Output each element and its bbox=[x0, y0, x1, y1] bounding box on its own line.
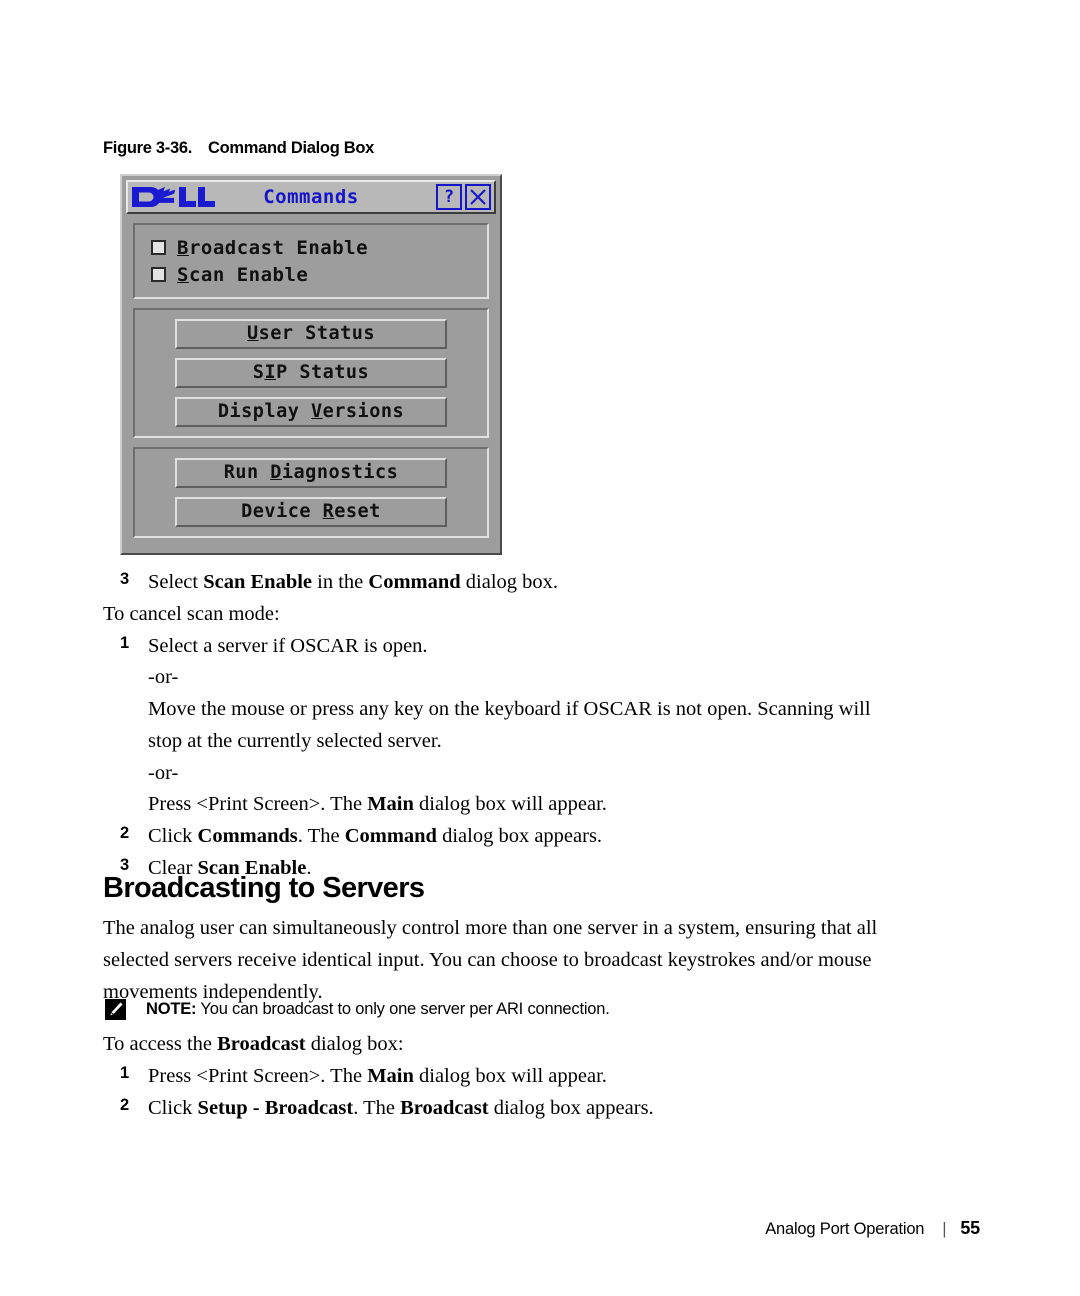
step-text: in the bbox=[312, 571, 369, 593]
list-item: 3 Select Scan Enable in the Command dialo… bbox=[103, 567, 903, 599]
button-label-post: ser Status bbox=[258, 323, 376, 344]
footer-chapter: Analog Port Operation bbox=[765, 1220, 925, 1238]
checkbox-group: Broadcast Enable Scan Enable bbox=[133, 223, 489, 299]
procedure-block-access-broadcast: To access the Broadcast dialog box: 1 Pre… bbox=[103, 1029, 903, 1124]
checkbox-row-scan-enable[interactable]: Scan Enable bbox=[151, 261, 477, 288]
step-text: Select bbox=[148, 571, 204, 593]
scan-enable-label: Scan Enable bbox=[177, 264, 308, 286]
intro-paragraph: The analog user can simultaneously contr… bbox=[103, 917, 878, 1003]
note-block: NOTE: You can broadcast to only one serv… bbox=[103, 998, 903, 1021]
intro-text: dialog box: bbox=[305, 1033, 404, 1055]
button-label-post: ersions bbox=[322, 401, 405, 422]
mnemonic-letter: R bbox=[322, 501, 335, 522]
step-text: . The bbox=[297, 825, 345, 848]
close-icon[interactable] bbox=[465, 184, 491, 210]
or-separator: -or- bbox=[148, 761, 179, 784]
note-pencil-icon bbox=[105, 999, 126, 1020]
access-broadcast-intro: To access the Broadcast dialog box: bbox=[103, 1029, 903, 1061]
list-item: 1 Select a server if OSCAR is open. bbox=[103, 631, 903, 663]
step-emphasis: Commands bbox=[197, 825, 298, 848]
step-text: dialog box appears. bbox=[488, 1096, 654, 1119]
list-item: 1 Press <Print Screen>. The Main dialog b… bbox=[103, 1061, 903, 1093]
device-reset-button[interactable]: Device Reset bbox=[175, 497, 447, 527]
footer-separator: | bbox=[942, 1220, 947, 1238]
scan-enable-checkbox[interactable] bbox=[151, 267, 166, 282]
mnemonic-letter: D bbox=[270, 462, 282, 483]
note-label: NOTE: bbox=[146, 1000, 197, 1018]
titlebar-buttons: ? bbox=[436, 184, 491, 210]
step-text: dialog box will appear. bbox=[413, 1064, 607, 1087]
step-text: dialog box appears. bbox=[436, 825, 603, 848]
dell-logo-icon bbox=[132, 186, 216, 208]
intro-emphasis: Broadcast bbox=[217, 1033, 306, 1055]
button-label-pre: S bbox=[252, 362, 265, 383]
sip-status-button[interactable]: SIP Status bbox=[175, 358, 447, 388]
help-icon[interactable]: ? bbox=[436, 184, 462, 210]
intro-text: To access the bbox=[103, 1033, 218, 1055]
figure-title: Command Dialog Box bbox=[208, 139, 375, 157]
list-number: 2 bbox=[120, 824, 130, 843]
mnemonic-letter: V bbox=[311, 401, 323, 422]
step-text: Select a server if OSCAR is open. bbox=[148, 634, 428, 657]
button-label-pre: Run bbox=[223, 462, 271, 483]
step-text: Click bbox=[148, 825, 198, 848]
list-number: 2 bbox=[120, 1095, 130, 1114]
note-text: You can broadcast to only one server per… bbox=[196, 1000, 610, 1018]
figure-number: Figure 3-36. bbox=[103, 139, 193, 157]
document-page: Figure 3-36. Command Dialog Box Commands … bbox=[0, 0, 1080, 1296]
button-label-post: eset bbox=[334, 501, 381, 522]
step-emphasis: Command bbox=[344, 825, 437, 848]
step-emphasis: Command bbox=[368, 571, 461, 593]
label-text: can Enable bbox=[188, 263, 309, 286]
step-text: Press <Print Screen>. The bbox=[148, 1064, 368, 1087]
step-text: . The bbox=[353, 1096, 401, 1119]
cancel-scan-intro: To cancel scan mode: bbox=[103, 602, 280, 625]
step-emphasis: Setup - Broadcast bbox=[197, 1096, 354, 1119]
move-mouse-paragraph: Move the mouse or press any key on the k… bbox=[148, 698, 871, 752]
checkbox-row-broadcast-enable[interactable]: Broadcast Enable bbox=[151, 234, 477, 261]
mnemonic-letter: U bbox=[246, 323, 259, 344]
list-number: 1 bbox=[120, 633, 130, 652]
or-separator: -or- bbox=[148, 666, 179, 689]
procedure-block-cancel-scan: 3 Select Scan Enable in the Command dialo… bbox=[103, 567, 903, 885]
step-emphasis: Main bbox=[367, 793, 414, 816]
button-label-pre: Device bbox=[241, 501, 323, 522]
step-emphasis: Broadcast bbox=[400, 1096, 489, 1119]
broadcast-enable-label: Broadcast Enable bbox=[177, 237, 368, 259]
page-heading: Broadcasting to Servers bbox=[103, 872, 425, 904]
button-label-pre: Display bbox=[217, 401, 311, 422]
step-text: Click bbox=[148, 1096, 198, 1119]
list-number: 3 bbox=[120, 570, 130, 588]
page-number: 55 bbox=[960, 1218, 980, 1238]
list-number: 1 bbox=[120, 1063, 130, 1082]
run-diagnostics-button[interactable]: Run Diagnostics bbox=[175, 458, 447, 488]
list-item: 2 Click Setup - Broadcast. The Broadcast … bbox=[103, 1093, 903, 1125]
step-text: dialog box will appear. bbox=[413, 793, 607, 816]
user-status-button[interactable]: User Status bbox=[175, 319, 447, 349]
figure-caption: Figure 3-36. Command Dialog Box bbox=[103, 139, 374, 158]
broadcast-enable-checkbox[interactable] bbox=[151, 240, 166, 255]
status-button-group: User Status SIP Status Display Versions bbox=[133, 308, 489, 438]
display-versions-button[interactable]: Display Versions bbox=[175, 397, 447, 427]
mnemonic-letter: B bbox=[177, 236, 189, 259]
commands-dialog: Commands ? Broadcast Enable Scan Enable bbox=[120, 174, 502, 555]
step-text: dialog box. bbox=[460, 571, 559, 593]
note-callout: NOTE: You can broadcast to only one serv… bbox=[103, 998, 903, 1021]
button-label-post: iagnostics bbox=[281, 462, 399, 483]
mnemonic-letter: I bbox=[264, 362, 277, 383]
step-text: Press <Print Screen>. The bbox=[148, 793, 368, 816]
button-label-post: P Status bbox=[276, 362, 370, 383]
dialog-titlebar: Commands ? bbox=[126, 180, 496, 214]
section-heading-block: Broadcasting to Servers bbox=[103, 866, 903, 911]
step-emphasis: Scan Enable bbox=[203, 571, 313, 593]
label-text: roadcast Enable bbox=[188, 236, 369, 259]
mnemonic-letter: S bbox=[177, 263, 189, 286]
press-print-screen-paragraph: Press <Print Screen>. The Main dialog bo… bbox=[103, 789, 903, 821]
diagnostics-button-group: Run Diagnostics Device Reset bbox=[133, 447, 489, 538]
page-footer: Analog Port Operation | 55 bbox=[0, 1218, 1080, 1239]
list-item: 2 Click Commands. The Command dialog box … bbox=[103, 821, 903, 853]
intro-paragraph-block: The analog user can simultaneously contr… bbox=[103, 913, 893, 1008]
step-emphasis: Main bbox=[367, 1064, 414, 1087]
